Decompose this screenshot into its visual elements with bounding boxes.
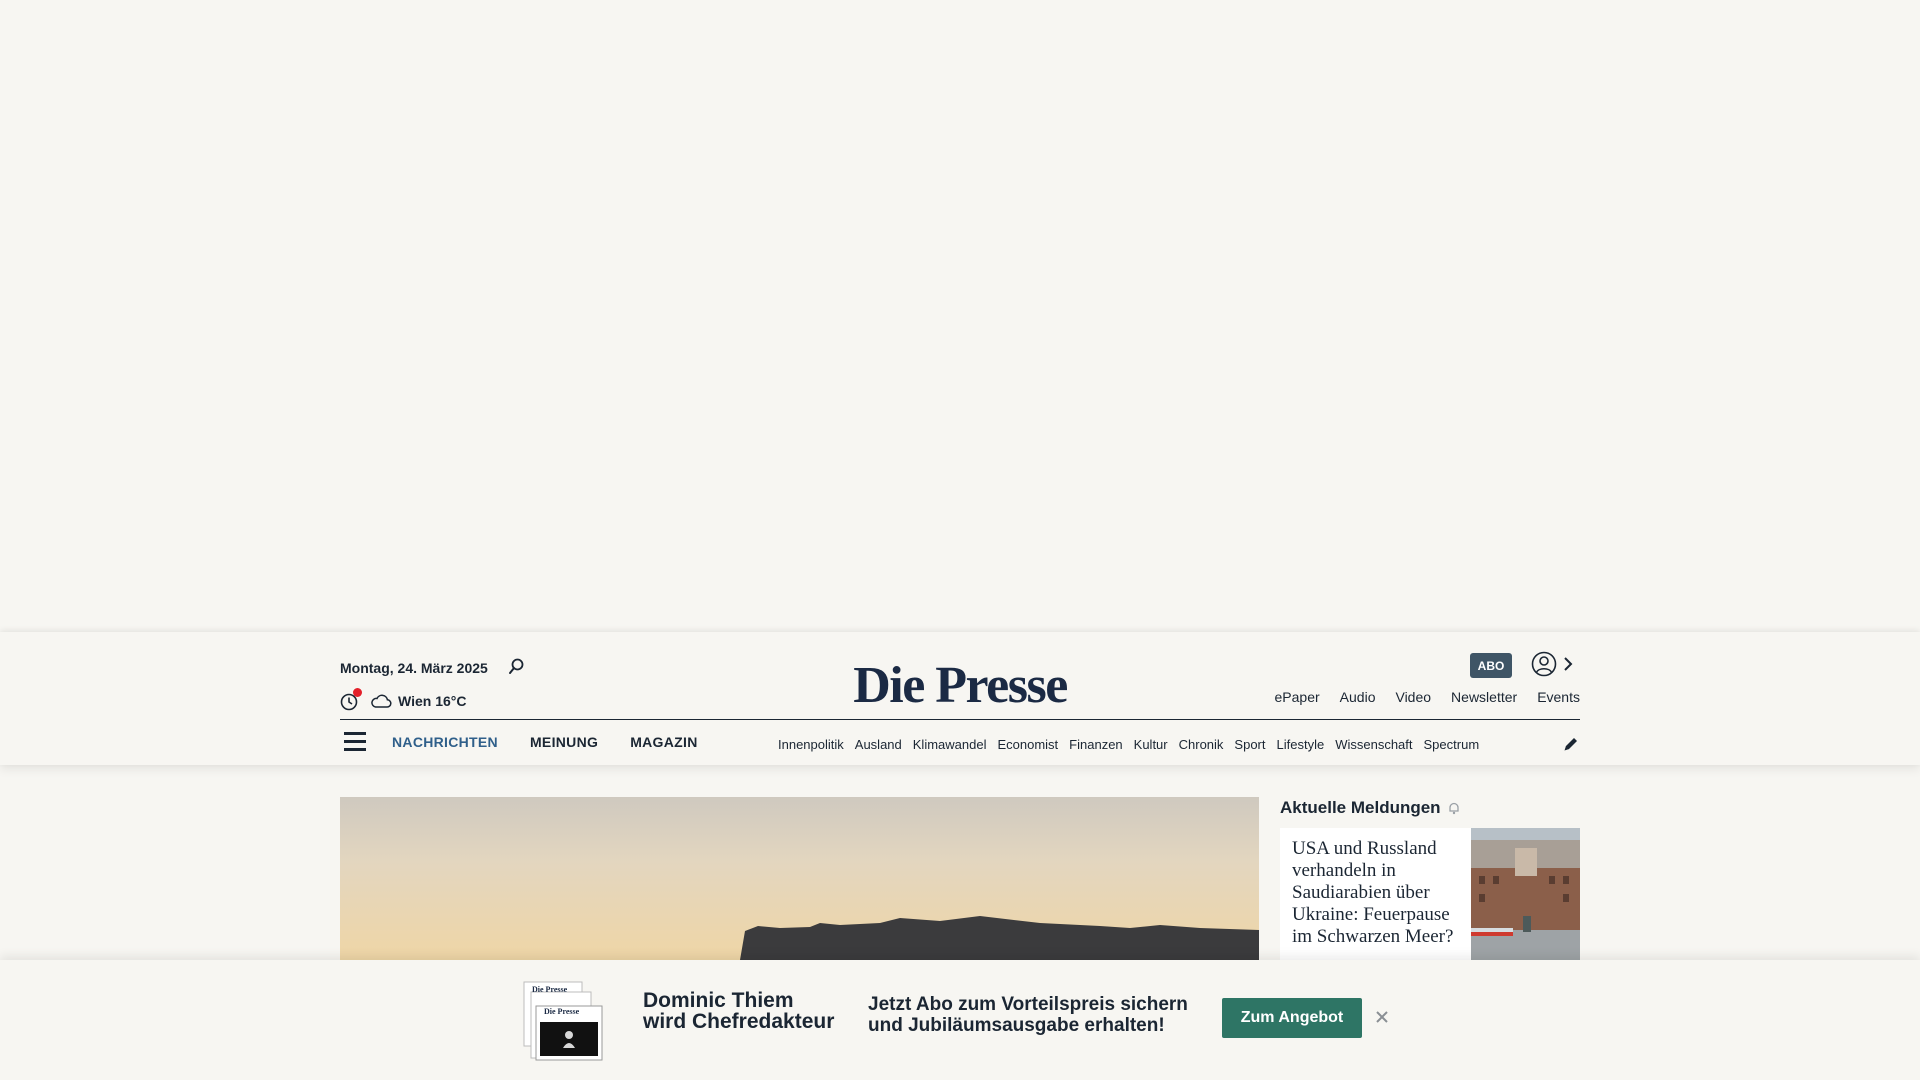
abo-button[interactable]: ABO xyxy=(1470,653,1512,678)
nav-meinung[interactable]: MEINUNG xyxy=(530,734,598,750)
weather-text: Wien 16°C xyxy=(398,693,467,709)
main-nav: NACHRICHTEN MEINUNG MAGAZIN xyxy=(392,734,698,750)
promo-text: Jetzt Abo zum Vorteilspreis sichern und … xyxy=(868,994,1188,1036)
subscription-promo-bar: Die Presse Die Presse Dominic Thiem wird… xyxy=(0,960,1920,1080)
section-chronik[interactable]: Chronik xyxy=(1179,737,1224,752)
service-links: ePaper Audio Video Newsletter Events xyxy=(1275,689,1580,705)
search-icon[interactable] xyxy=(506,656,528,678)
section-klimawandel[interactable]: Klimawandel xyxy=(913,737,987,752)
current-date: Montag, 24. März 2025 xyxy=(340,660,488,676)
news-thumbnail[interactable] xyxy=(1471,828,1580,960)
link-epaper[interactable]: ePaper xyxy=(1275,689,1320,705)
link-events[interactable]: Events xyxy=(1537,689,1580,705)
chevron-right-icon[interactable] xyxy=(1562,654,1574,674)
history-icon[interactable] xyxy=(340,688,362,712)
paper-mini-logo: Die Presse xyxy=(544,1007,580,1016)
link-video[interactable]: Video xyxy=(1395,689,1431,705)
section-spectrum[interactable]: Spectrum xyxy=(1424,737,1480,752)
site-logo[interactable]: Die Presse xyxy=(760,656,1160,715)
cloud-icon xyxy=(371,694,392,708)
ad-placeholder xyxy=(0,0,1920,630)
section-nav-fade xyxy=(1490,736,1530,754)
link-audio[interactable]: Audio xyxy=(1340,689,1376,705)
header-divider xyxy=(340,719,1580,720)
bell-icon[interactable] xyxy=(1447,801,1461,815)
zum-angebot-button[interactable]: Zum Angebot xyxy=(1222,998,1362,1038)
paper-mini-logo: Die Presse xyxy=(532,985,568,994)
site-header: Montag, 24. März 2025 Wien 16°C Die Pres… xyxy=(0,632,1920,765)
section-wissenschaft[interactable]: Wissenschaft xyxy=(1335,737,1412,752)
section-innenpolitik[interactable]: Innenpolitik xyxy=(778,737,844,752)
link-newsletter[interactable]: Newsletter xyxy=(1451,689,1517,705)
nav-nachrichten[interactable]: NACHRICHTEN xyxy=(392,734,498,750)
section-finanzen[interactable]: Finanzen xyxy=(1069,737,1122,752)
section-economist[interactable]: Economist xyxy=(997,737,1058,752)
hero-image[interactable] xyxy=(340,797,1259,960)
notification-dot xyxy=(353,688,362,697)
pencil-icon[interactable] xyxy=(1562,735,1580,753)
section-ausland[interactable]: Ausland xyxy=(855,737,902,752)
promo-headline-line1: Dominic Thiem xyxy=(643,989,794,1012)
close-icon[interactable] xyxy=(1373,1008,1391,1026)
news-item[interactable]: USA und Russland verhandeln in Saudiarab… xyxy=(1280,828,1580,960)
section-kultur[interactable]: Kultur xyxy=(1134,737,1168,752)
section-nav: Innenpolitik Ausland Klimawandel Economist F… xyxy=(778,736,1530,754)
promo-headline-line2: wird Chefredakteur xyxy=(643,1010,835,1033)
nav-magazin[interactable]: MAGAZIN xyxy=(630,734,697,750)
news-title-text: Aktuelle Meldungen xyxy=(1280,798,1441,817)
newspaper-stack-image[interactable]: Die Presse Die Presse xyxy=(522,980,604,1062)
news-headline[interactable]: USA und Russland verhandeln in Saudiarab… xyxy=(1292,838,1460,948)
section-sport[interactable]: Sport xyxy=(1234,737,1265,752)
hamburger-icon[interactable] xyxy=(344,732,366,752)
promo-text-line2: und Jubiläumsausgabe erhalten! xyxy=(868,1015,1165,1036)
user-icon[interactable] xyxy=(1531,651,1557,677)
news-section-title: Aktuelle Meldungen xyxy=(1280,798,1461,818)
promo-headline: Dominic Thiem wird Chefredakteur xyxy=(643,990,834,1032)
header-inner: Montag, 24. März 2025 Wien 16°C Die Pres… xyxy=(340,632,1580,765)
promo-text-line1: Jetzt Abo zum Vorteilspreis sichern xyxy=(868,994,1188,1015)
weather-widget[interactable]: Wien 16°C xyxy=(370,690,467,712)
section-lifestyle[interactable]: Lifestyle xyxy=(1277,737,1325,752)
